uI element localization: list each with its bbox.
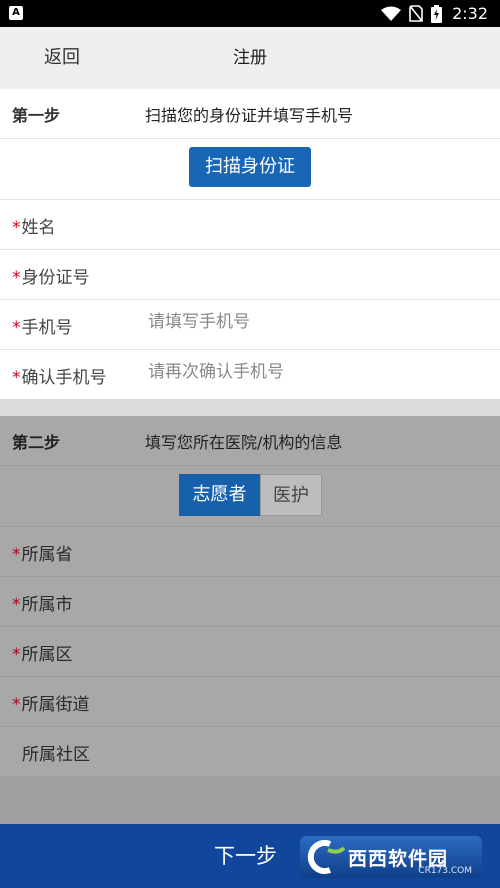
scan-id-card-button[interactable]: 扫描身份证 <box>189 147 311 187</box>
step1-header: 第一步 扫描您的身份证并填写手机号 <box>0 89 500 139</box>
phone-label: *手机号 <box>12 318 73 338</box>
province-field-row[interactable]: *所属省 <box>0 527 500 577</box>
section-divider <box>0 399 500 416</box>
status-bar: A 2:32 <box>0 0 500 27</box>
name-field-row[interactable]: *姓名 <box>0 200 500 250</box>
city-label: *所属市 <box>12 595 73 615</box>
required-mark: * <box>12 695 21 715</box>
step2-label: 第二步 <box>12 433 61 452</box>
name-label: *姓名 <box>12 218 56 238</box>
street-label: *所属街道 <box>12 695 90 715</box>
step1-description: 扫描您的身份证并填写手机号 <box>145 106 354 125</box>
scan-row: 扫描身份证 <box>0 139 500 200</box>
battery-charging-icon <box>431 4 443 23</box>
watermark: 西西软件园 CR173.COM <box>300 836 482 878</box>
id-number-label: *身份证号 <box>12 268 90 288</box>
status-icons: 2:32 <box>381 0 488 27</box>
step2-section: 第二步 填写您所在医院/机构的信息 志愿者 医护 *所属省 *所属市 *所属区 … <box>0 416 500 776</box>
id-number-input[interactable] <box>148 262 480 282</box>
step1-label: 第一步 <box>12 106 61 125</box>
phone-input[interactable] <box>148 312 480 332</box>
bottom-bar: 下一步 西西软件园 CR173.COM <box>0 824 500 888</box>
role-segment-row: 志愿者 医护 <box>0 466 500 527</box>
id-number-field-row[interactable]: *身份证号 <box>0 250 500 300</box>
step1-section: 第一步 扫描您的身份证并填写手机号 扫描身份证 *姓名 *身份证号 *手机号 *… <box>0 89 500 399</box>
step2-description: 填写您所在医院/机构的信息 <box>145 433 343 452</box>
province-label: *所属省 <box>12 545 73 565</box>
city-field-row[interactable]: *所属市 <box>0 577 500 627</box>
required-mark: * <box>12 268 21 288</box>
required-mark: * <box>12 318 21 338</box>
required-mark: * <box>12 645 21 665</box>
no-sim-icon <box>409 5 423 22</box>
status-time: 2:32 <box>452 4 488 23</box>
name-input[interactable] <box>148 212 480 232</box>
required-mark: * <box>12 595 21 615</box>
phone-field-row[interactable]: *手机号 <box>0 300 500 350</box>
confirm-phone-label: *确认手机号 <box>12 368 107 388</box>
district-label: *所属区 <box>12 645 73 665</box>
required-mark: * <box>12 545 21 565</box>
confirm-phone-input[interactable] <box>148 362 480 382</box>
watermark-logo-icon <box>300 836 348 878</box>
watermark-subtext: CR173.COM <box>418 866 472 876</box>
community-label: 所属社区 <box>22 745 90 765</box>
title-bar: 返回 注册 <box>0 27 500 89</box>
step2-header: 第二步 填写您所在医院/机构的信息 <box>0 416 500 466</box>
district-field-row[interactable]: *所属区 <box>0 627 500 677</box>
page-title: 注册 <box>233 48 267 68</box>
required-mark: * <box>12 368 21 388</box>
wifi-icon <box>381 6 402 21</box>
street-field-row[interactable]: *所属街道 <box>0 677 500 727</box>
app-notification-icon: A <box>9 6 23 20</box>
next-step-button[interactable]: 下一步 <box>214 824 277 888</box>
community-field-row[interactable]: 所属社区 <box>0 727 500 776</box>
volunteer-segment[interactable]: 志愿者 <box>179 474 260 516</box>
required-mark: * <box>12 218 21 238</box>
medical-segment[interactable]: 医护 <box>260 474 322 516</box>
empty-area <box>0 776 500 824</box>
confirm-phone-field-row[interactable]: *确认手机号 <box>0 350 500 399</box>
